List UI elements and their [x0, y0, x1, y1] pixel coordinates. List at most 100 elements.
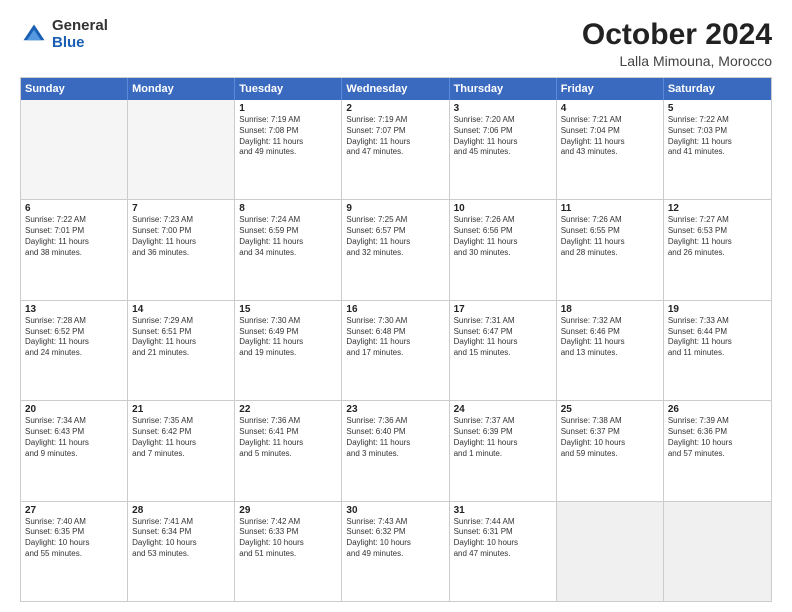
cell-info: Sunrise: 7:19 AMSunset: 7:08 PMDaylight:… — [239, 115, 337, 158]
day-number: 31 — [454, 505, 552, 516]
cell-info: Sunrise: 7:39 AMSunset: 6:36 PMDaylight:… — [668, 416, 767, 459]
cell-info: Sunrise: 7:23 AMSunset: 7:00 PMDaylight:… — [132, 215, 230, 258]
calendar-cell — [21, 100, 128, 199]
cell-info: Sunrise: 7:44 AMSunset: 6:31 PMDaylight:… — [454, 517, 552, 560]
calendar-cell: 4Sunrise: 7:21 AMSunset: 7:04 PMDaylight… — [557, 100, 664, 199]
calendar-cell: 19Sunrise: 7:33 AMSunset: 6:44 PMDayligh… — [664, 301, 771, 400]
day-number: 19 — [668, 304, 767, 315]
calendar-row: 6Sunrise: 7:22 AMSunset: 7:01 PMDaylight… — [21, 199, 771, 299]
cell-info: Sunrise: 7:22 AMSunset: 7:03 PMDaylight:… — [668, 115, 767, 158]
calendar-cell: 13Sunrise: 7:28 AMSunset: 6:52 PMDayligh… — [21, 301, 128, 400]
day-number: 27 — [25, 505, 123, 516]
day-number: 3 — [454, 103, 552, 114]
day-number: 8 — [239, 203, 337, 214]
logo-general: General — [52, 18, 108, 35]
weekday-header: Sunday — [21, 78, 128, 100]
day-number: 17 — [454, 304, 552, 315]
cell-info: Sunrise: 7:30 AMSunset: 6:48 PMDaylight:… — [346, 316, 444, 359]
page: General Blue October 2024 Lalla Mimouna,… — [0, 0, 792, 612]
day-number: 18 — [561, 304, 659, 315]
cell-info: Sunrise: 7:28 AMSunset: 6:52 PMDaylight:… — [25, 316, 123, 359]
cell-info: Sunrise: 7:29 AMSunset: 6:51 PMDaylight:… — [132, 316, 230, 359]
day-number: 22 — [239, 404, 337, 415]
calendar-cell: 16Sunrise: 7:30 AMSunset: 6:48 PMDayligh… — [342, 301, 449, 400]
calendar-row: 1Sunrise: 7:19 AMSunset: 7:08 PMDaylight… — [21, 100, 771, 199]
day-number: 14 — [132, 304, 230, 315]
calendar-cell: 14Sunrise: 7:29 AMSunset: 6:51 PMDayligh… — [128, 301, 235, 400]
calendar-cell: 31Sunrise: 7:44 AMSunset: 6:31 PMDayligh… — [450, 502, 557, 601]
cell-info: Sunrise: 7:36 AMSunset: 6:40 PMDaylight:… — [346, 416, 444, 459]
day-number: 2 — [346, 103, 444, 114]
calendar-cell — [128, 100, 235, 199]
cell-info: Sunrise: 7:24 AMSunset: 6:59 PMDaylight:… — [239, 215, 337, 258]
calendar-cell: 3Sunrise: 7:20 AMSunset: 7:06 PMDaylight… — [450, 100, 557, 199]
calendar-row: 20Sunrise: 7:34 AMSunset: 6:43 PMDayligh… — [21, 400, 771, 500]
calendar-row: 27Sunrise: 7:40 AMSunset: 6:35 PMDayligh… — [21, 501, 771, 601]
day-number: 13 — [25, 304, 123, 315]
location-title: Lalla Mimouna, Morocco — [582, 53, 772, 69]
calendar-cell: 8Sunrise: 7:24 AMSunset: 6:59 PMDaylight… — [235, 200, 342, 299]
calendar-cell: 1Sunrise: 7:19 AMSunset: 7:08 PMDaylight… — [235, 100, 342, 199]
cell-info: Sunrise: 7:22 AMSunset: 7:01 PMDaylight:… — [25, 215, 123, 258]
day-number: 29 — [239, 505, 337, 516]
cell-info: Sunrise: 7:27 AMSunset: 6:53 PMDaylight:… — [668, 215, 767, 258]
calendar-cell — [557, 502, 664, 601]
day-number: 30 — [346, 505, 444, 516]
month-title: October 2024 — [582, 18, 772, 51]
day-number: 15 — [239, 304, 337, 315]
day-number: 6 — [25, 203, 123, 214]
calendar-cell: 6Sunrise: 7:22 AMSunset: 7:01 PMDaylight… — [21, 200, 128, 299]
calendar-cell: 10Sunrise: 7:26 AMSunset: 6:56 PMDayligh… — [450, 200, 557, 299]
logo-text: General Blue — [52, 18, 108, 51]
calendar-cell: 12Sunrise: 7:27 AMSunset: 6:53 PMDayligh… — [664, 200, 771, 299]
cell-info: Sunrise: 7:34 AMSunset: 6:43 PMDaylight:… — [25, 416, 123, 459]
day-number: 23 — [346, 404, 444, 415]
cell-info: Sunrise: 7:19 AMSunset: 7:07 PMDaylight:… — [346, 115, 444, 158]
calendar-cell: 18Sunrise: 7:32 AMSunset: 6:46 PMDayligh… — [557, 301, 664, 400]
calendar-cell: 11Sunrise: 7:26 AMSunset: 6:55 PMDayligh… — [557, 200, 664, 299]
calendar-body: 1Sunrise: 7:19 AMSunset: 7:08 PMDaylight… — [21, 100, 771, 601]
calendar-cell: 5Sunrise: 7:22 AMSunset: 7:03 PMDaylight… — [664, 100, 771, 199]
day-number: 4 — [561, 103, 659, 114]
cell-info: Sunrise: 7:37 AMSunset: 6:39 PMDaylight:… — [454, 416, 552, 459]
day-number: 25 — [561, 404, 659, 415]
day-number: 10 — [454, 203, 552, 214]
calendar-cell: 23Sunrise: 7:36 AMSunset: 6:40 PMDayligh… — [342, 401, 449, 500]
weekday-header: Tuesday — [235, 78, 342, 100]
cell-info: Sunrise: 7:30 AMSunset: 6:49 PMDaylight:… — [239, 316, 337, 359]
calendar-cell: 21Sunrise: 7:35 AMSunset: 6:42 PMDayligh… — [128, 401, 235, 500]
calendar-cell: 9Sunrise: 7:25 AMSunset: 6:57 PMDaylight… — [342, 200, 449, 299]
weekday-header: Saturday — [664, 78, 771, 100]
cell-info: Sunrise: 7:35 AMSunset: 6:42 PMDaylight:… — [132, 416, 230, 459]
weekday-header: Wednesday — [342, 78, 449, 100]
weekday-header: Monday — [128, 78, 235, 100]
logo-blue: Blue — [52, 35, 108, 52]
cell-info: Sunrise: 7:33 AMSunset: 6:44 PMDaylight:… — [668, 316, 767, 359]
logo-icon — [20, 21, 48, 49]
cell-info: Sunrise: 7:40 AMSunset: 6:35 PMDaylight:… — [25, 517, 123, 560]
calendar: SundayMondayTuesdayWednesdayThursdayFrid… — [20, 77, 772, 602]
day-number: 28 — [132, 505, 230, 516]
calendar-cell: 24Sunrise: 7:37 AMSunset: 6:39 PMDayligh… — [450, 401, 557, 500]
day-number: 24 — [454, 404, 552, 415]
cell-info: Sunrise: 7:43 AMSunset: 6:32 PMDaylight:… — [346, 517, 444, 560]
cell-info: Sunrise: 7:26 AMSunset: 6:56 PMDaylight:… — [454, 215, 552, 258]
day-number: 21 — [132, 404, 230, 415]
day-number: 20 — [25, 404, 123, 415]
day-number: 11 — [561, 203, 659, 214]
calendar-cell: 29Sunrise: 7:42 AMSunset: 6:33 PMDayligh… — [235, 502, 342, 601]
calendar-cell: 30Sunrise: 7:43 AMSunset: 6:32 PMDayligh… — [342, 502, 449, 601]
cell-info: Sunrise: 7:21 AMSunset: 7:04 PMDaylight:… — [561, 115, 659, 158]
header: General Blue October 2024 Lalla Mimouna,… — [20, 18, 772, 69]
day-number: 9 — [346, 203, 444, 214]
day-number: 26 — [668, 404, 767, 415]
logo: General Blue — [20, 18, 108, 51]
calendar-cell: 20Sunrise: 7:34 AMSunset: 6:43 PMDayligh… — [21, 401, 128, 500]
calendar-cell: 15Sunrise: 7:30 AMSunset: 6:49 PMDayligh… — [235, 301, 342, 400]
calendar-cell: 28Sunrise: 7:41 AMSunset: 6:34 PMDayligh… — [128, 502, 235, 601]
title-block: October 2024 Lalla Mimouna, Morocco — [582, 18, 772, 69]
calendar-cell: 27Sunrise: 7:40 AMSunset: 6:35 PMDayligh… — [21, 502, 128, 601]
day-number: 1 — [239, 103, 337, 114]
calendar-cell: 26Sunrise: 7:39 AMSunset: 6:36 PMDayligh… — [664, 401, 771, 500]
cell-info: Sunrise: 7:42 AMSunset: 6:33 PMDaylight:… — [239, 517, 337, 560]
